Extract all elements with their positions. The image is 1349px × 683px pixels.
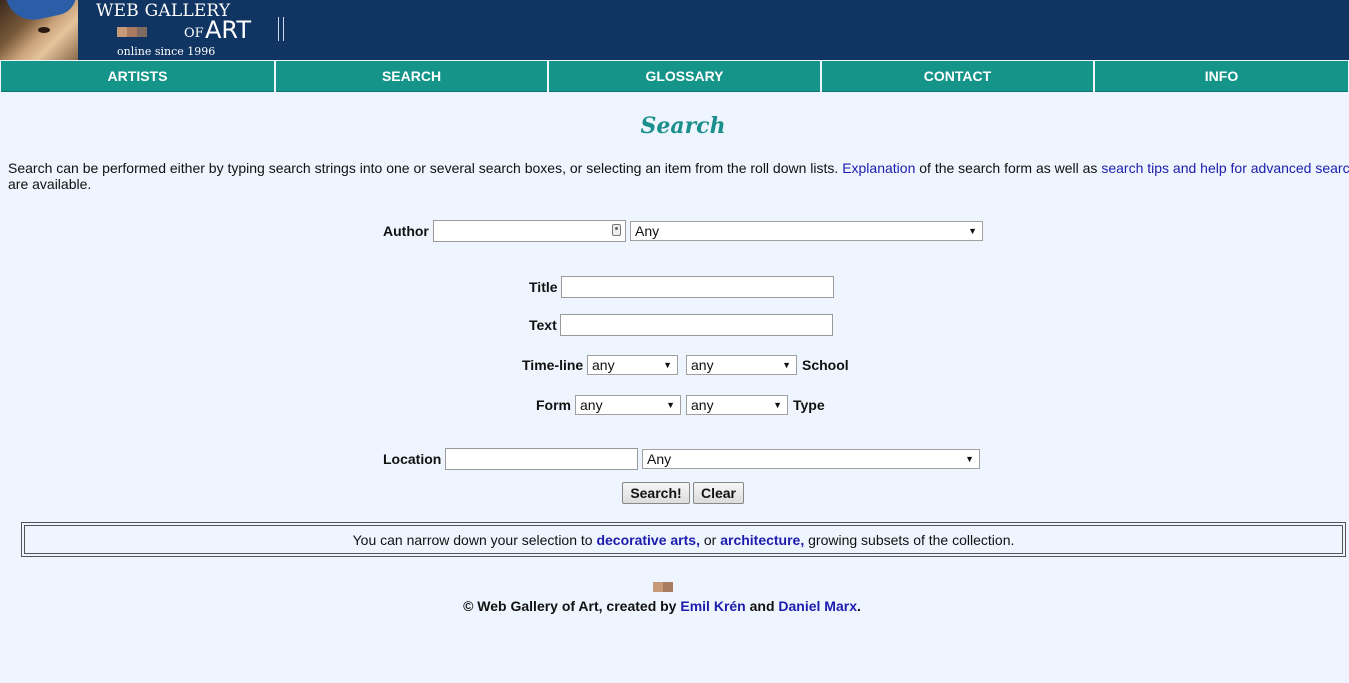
logo-since: online since 1996	[117, 45, 216, 58]
chevron-down-icon: ▼	[968, 226, 977, 236]
narrow-text: You can narrow down your selection to	[352, 532, 597, 548]
site-header: WEB GALLERY OF ART online since 1996	[0, 0, 1349, 60]
type-select-value: any	[691, 397, 714, 413]
nav-info[interactable]: INFO	[1095, 61, 1348, 92]
author-select[interactable]: Any ▼	[630, 221, 983, 241]
form-select[interactable]: any ▼	[575, 395, 681, 415]
timeline-select-value: any	[592, 357, 615, 373]
location-select[interactable]: Any ▼	[642, 449, 980, 469]
clear-button[interactable]: Clear	[693, 482, 744, 504]
footer-text: .	[857, 598, 861, 614]
page-title: Search	[640, 113, 726, 139]
location-label: Location	[383, 451, 442, 467]
type-label: Type	[793, 397, 825, 413]
decorative-arts-link[interactable]: decorative arts,	[596, 532, 700, 548]
nav-artists[interactable]: ARTISTS	[1, 61, 274, 92]
author-input[interactable]	[433, 220, 626, 242]
timeline-label: Time-line	[522, 357, 584, 373]
footer-text: and	[745, 598, 779, 614]
author-select-value: Any	[635, 223, 660, 239]
narrow-selection-text: You can narrow down your selection to de…	[24, 525, 1343, 554]
type-select[interactable]: any ▼	[686, 395, 788, 415]
search-button[interactable]: Search!	[622, 482, 690, 504]
school-select-value: any	[691, 357, 714, 373]
narrow-selection-box: You can narrow down your selection to de…	[21, 522, 1346, 557]
chevron-down-icon: ▼	[965, 454, 974, 464]
emil-kren-link[interactable]: Emil Krén	[680, 598, 745, 614]
logo-squares	[117, 24, 157, 37]
form-label: Form	[536, 397, 571, 413]
chevron-down-icon: ▼	[782, 360, 791, 370]
text-input[interactable]	[560, 314, 833, 336]
logo-art: ART	[205, 16, 252, 44]
intro-text: are available.	[8, 176, 92, 192]
footer-logo-squares	[653, 579, 673, 592]
search-tips-link[interactable]: search tips and help for advanced search	[1101, 160, 1349, 176]
chevron-down-icon: ▼	[663, 360, 672, 370]
footer-text: © Web Gallery of Art, created by	[463, 598, 681, 614]
chevron-down-icon: ▼	[773, 400, 782, 410]
architecture-link[interactable]: architecture,	[720, 532, 804, 548]
explanation-link[interactable]: Explanation	[842, 160, 915, 176]
nav-search[interactable]: SEARCH	[276, 61, 547, 92]
logo-of: OF	[184, 26, 204, 41]
narrow-text: or	[699, 532, 721, 548]
form-select-value: any	[580, 397, 603, 413]
intro-paragraph: Search can be performed either by typing…	[8, 160, 1349, 192]
title-label: Title	[529, 279, 558, 295]
location-input[interactable]	[445, 448, 638, 470]
main-nav: ARTISTS SEARCH GLOSSARY CONTACT INFO	[0, 60, 1349, 94]
chevron-down-icon: ▼	[666, 400, 675, 410]
text-label: Text	[529, 317, 557, 333]
intro-text: of the search form as well as	[915, 160, 1102, 176]
timeline-select[interactable]: any ▼	[587, 355, 678, 375]
school-label: School	[802, 357, 849, 373]
logo-divider	[278, 17, 286, 41]
author-label: Author	[383, 223, 429, 239]
autofill-contact-icon[interactable]	[612, 224, 621, 236]
location-select-value: Any	[647, 451, 672, 467]
daniel-marx-link[interactable]: Daniel Marx	[778, 598, 857, 614]
narrow-text: growing subsets of the collection.	[804, 532, 1015, 548]
nav-glossary[interactable]: GLOSSARY	[549, 61, 820, 92]
footer-credits: © Web Gallery of Art, created by Emil Kr…	[0, 598, 1324, 614]
header-portrait-image	[0, 0, 78, 60]
school-select[interactable]: any ▼	[686, 355, 797, 375]
intro-text: Search can be performed either by typing…	[8, 160, 843, 176]
nav-contact[interactable]: CONTACT	[822, 61, 1093, 92]
title-input[interactable]	[561, 276, 834, 298]
